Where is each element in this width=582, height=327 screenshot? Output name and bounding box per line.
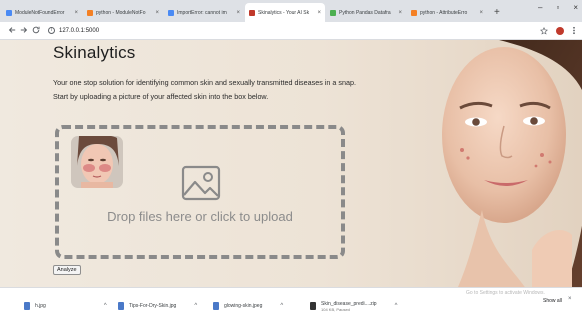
intro-line-2: Start by uploading a picture of your aff… [53,92,269,101]
brand-title: Skinalytics [53,43,136,62]
file-dropzone[interactable]: Drop files here or click to upload [55,125,345,259]
minimize-button[interactable]: – [538,3,542,12]
tab-favicon-icon [330,9,336,16]
tab-favicon-icon [168,9,174,16]
url-text: 127.0.0.1:5000 [59,27,100,34]
download-filename: Skin_disease_predi....zip [321,300,377,307]
tab-title: python - AttributeErro [420,9,468,16]
tab-title: Skinalytics - Your AI Sk [258,9,310,16]
reload-button[interactable] [30,26,42,36]
browser-tab[interactable]: python - ModuleNotFo × [83,3,163,22]
chevron-up-icon[interactable]: ^ [194,303,197,309]
image-upload-icon [181,165,221,201]
tab-close-icon[interactable]: × [74,10,78,16]
back-button[interactable] [6,26,18,36]
tab-close-icon[interactable]: × [155,10,159,16]
download-item[interactable]: Skin_disease_predi....zip 104 KB, Paused… [310,296,397,316]
intro-text: Your one stop solution for identifying c… [53,76,473,104]
address-bar[interactable]: i 127.0.0.1:5000 [48,24,540,37]
tab-favicon-icon [249,9,255,16]
uploaded-image-thumbnail [71,136,123,188]
reload-icon [32,26,40,33]
browser-tab[interactable]: Python Pandas Datafra × [326,3,406,22]
analyze-button[interactable]: Analyze [53,265,81,275]
download-filename: Tips-For-Dry-Skin.jpg [129,303,177,309]
tab-strip: ModuleNotFoundError × python - ModuleNotFo… [0,0,582,22]
download-filename: h.jpg [35,303,46,309]
chevron-up-icon[interactable]: ^ [280,303,283,309]
browser-tab[interactable]: Skinalytics - Your AI Sk × [245,3,325,22]
browser-tab[interactable]: ModuleNotFoundError × [2,3,82,22]
download-item[interactable]: Tips-For-Dry-Skin.jpg ^ [118,296,197,316]
intro-line-1: Your one stop solution for identifying c… [53,78,356,87]
tab-favicon-icon [411,9,417,16]
download-filename: glowing-skin.jpeg [224,303,263,309]
tab-close-icon[interactable]: × [317,10,321,16]
maximize-button[interactable]: ▫ [556,3,559,12]
new-tab-button[interactable]: + [488,3,506,22]
window-controls: – ▫ × [538,3,578,12]
tab-favicon-icon [6,9,12,16]
download-info: Skin_disease_predi....zip 104 KB, Paused [321,301,377,312]
browser-toolbar: i 127.0.0.1:5000 [0,22,582,40]
tab-title: ModuleNotFoundError [15,9,65,16]
toolbar-actions [540,26,576,35]
downloads-bar: h.jpg ^ Tips-For-Dry-Skin.jpg ^ glowing-… [0,287,582,327]
tab-title: python - ModuleNotFo [96,9,146,16]
chevron-up-icon[interactable]: ^ [395,303,398,309]
page-content: Skinalytics Your one stop solution for i… [0,40,582,287]
tab-title: Python Pandas Datafra [339,9,391,16]
image-file-icon [24,302,30,310]
activate-windows-watermark: Go to Settings to activate Windows. [466,290,545,296]
chevron-up-icon[interactable]: ^ [104,303,107,309]
forward-arrow-icon [20,26,28,33]
tab-close-icon[interactable]: × [479,10,483,16]
tab-title: ImportError: cannot im [177,9,227,16]
dropzone-prompt: Drop files here or click to upload [107,209,293,224]
forward-button[interactable] [18,26,30,36]
browser-tab[interactable]: python - AttributeErro × [407,3,487,22]
download-item[interactable]: glowing-skin.jpeg ^ [213,296,283,316]
bookmark-star-icon[interactable] [540,26,548,35]
menu-icon[interactable] [572,26,576,35]
extension-icon[interactable] [556,26,564,35]
zip-file-icon [310,302,316,310]
download-item[interactable]: h.jpg ^ [24,296,107,316]
download-status: 104 KB, Paused [321,306,350,312]
close-downloads-icon[interactable]: × [568,296,572,302]
back-arrow-icon [8,26,16,33]
site-info-icon[interactable]: i [48,27,55,34]
image-file-icon [213,302,219,310]
tab-close-icon[interactable]: × [236,10,240,16]
close-window-button[interactable]: × [573,3,578,12]
tab-close-icon[interactable]: × [398,10,402,16]
tab-favicon-icon [87,9,93,16]
tab-list: ModuleNotFoundError × python - ModuleNotFo… [2,3,488,22]
show-all-button[interactable]: Show all [540,296,565,306]
browser-tab[interactable]: ImportError: cannot im × [164,3,244,22]
image-file-icon [118,302,124,310]
